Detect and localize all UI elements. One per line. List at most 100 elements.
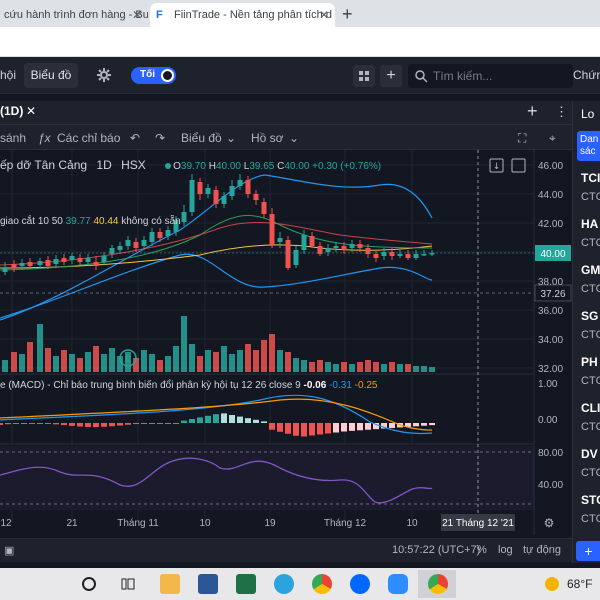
volume-bar <box>365 360 371 372</box>
macd-bar <box>13 423 19 424</box>
auto-toggle[interactable]: tự động <box>523 544 561 556</box>
watchlist-symbol[interactable]: HA <box>581 217 598 231</box>
chrome-active-icon[interactable] <box>428 574 448 594</box>
watchlist-symbol[interactable]: DV <box>581 447 598 461</box>
undo-icon[interactable]: ↶ <box>130 131 140 145</box>
macd-bar <box>37 423 43 424</box>
watchlist-tab-label-2: sác <box>580 146 596 157</box>
add-button[interactable]: + <box>380 65 402 87</box>
close-icon[interactable]: ✕ <box>26 104 36 118</box>
file-explorer-icon[interactable] <box>160 574 180 594</box>
time-axis-label: Tháng 11 <box>117 518 159 529</box>
menu-item-partial-right[interactable]: Chứn <box>573 68 600 82</box>
interval-label: 1D <box>96 158 112 172</box>
candle-body <box>37 261 43 265</box>
redo-icon[interactable]: ↷ <box>155 131 165 145</box>
candle-body <box>413 254 419 258</box>
chart-bottom-bar: ▣ 10:57:22 (UTC+7) % log tự động <box>0 538 572 562</box>
menu-item-partial[interactable]: hội <box>0 68 16 82</box>
more-icon[interactable]: ⋮ <box>555 104 568 120</box>
candle-body <box>325 248 331 252</box>
chart-tab-label[interactable]: (1D) <box>0 104 23 118</box>
browser-tab-1[interactable]: cứu hành trình đơn hàng - Bư ✕ <box>0 3 148 27</box>
compare-button[interactable]: sánh <box>0 131 26 145</box>
volume-bar <box>61 350 67 372</box>
price-axis-label: 34.00 <box>538 335 563 346</box>
close-icon[interactable]: ✕ <box>319 3 329 27</box>
macd-bar <box>125 423 131 425</box>
macd-value-2: -0.31 <box>329 380 352 391</box>
volume-bar <box>189 344 195 372</box>
search-input[interactable]: Tìm kiếm... <box>408 64 573 88</box>
chart-area[interactable]: E 46.00 44.00 42.00 38.00 36.00 34.00 32.00 40… <box>0 150 572 535</box>
symbol-name: ếp dỡ Tân Cảng <box>0 158 88 172</box>
chart-button[interactable]: Biểu đồ <box>24 63 78 88</box>
macd-bar <box>149 423 155 424</box>
percent-toggle[interactable]: % <box>477 544 487 556</box>
task-view-icon[interactable] <box>118 574 138 594</box>
excel-icon[interactable] <box>236 574 256 594</box>
profile-button[interactable]: Hồ sơ <box>251 131 284 145</box>
volume-bar <box>11 352 17 372</box>
watchlist-symbol[interactable]: STO <box>581 493 600 507</box>
watchlist-symbol[interactable]: SG <box>581 309 598 323</box>
candle-body <box>125 240 131 246</box>
function-icon[interactable]: ƒx <box>38 131 51 145</box>
watchlist-symbol[interactable]: CLI <box>581 401 600 415</box>
candle-body <box>245 180 251 194</box>
open-value: 39.70 <box>180 161 206 172</box>
watchlist-panel: Lo Dan sác TCI CTC HA CTC GM CTC SG CTC PH CTC CLI… <box>572 101 600 563</box>
fullscreen-icon[interactable]: ⛶ <box>518 131 526 146</box>
candle-body <box>405 254 411 258</box>
layout-grid-icon[interactable] <box>353 65 375 87</box>
close-icon[interactable]: ✕ <box>132 3 142 27</box>
candle-body <box>213 190 219 204</box>
theme-toggle[interactable]: Tối <box>131 67 176 84</box>
macd-bar <box>245 418 251 423</box>
telegram-icon[interactable] <box>274 574 294 594</box>
watchlist-tab[interactable]: Dan sác <box>577 131 600 161</box>
candle-body <box>53 259 59 264</box>
date-range-icon[interactable]: ▣ <box>4 544 14 557</box>
macd-bar <box>69 423 75 426</box>
volume-bar <box>109 348 115 372</box>
zalo-icon[interactable] <box>350 574 370 594</box>
start-circle-icon[interactable] <box>82 577 96 591</box>
volume-bar <box>301 360 307 372</box>
search-icon <box>415 70 428 83</box>
volume-bar <box>341 362 347 372</box>
chrome-icon[interactable] <box>312 574 332 594</box>
ma-value-b: 40.44 <box>93 216 119 227</box>
log-toggle[interactable]: log <box>498 544 513 556</box>
watchlist-subtitle: CTC <box>581 191 600 203</box>
volume-bar <box>237 350 243 372</box>
candle-body <box>45 260 51 266</box>
price-axis-label: 32.00 <box>538 364 563 375</box>
volume-series <box>2 316 435 372</box>
macd-bar <box>109 423 115 427</box>
chart-canvas[interactable]: E 46.0044.0042.0038.0036.0034.0032.00 40… <box>0 150 572 535</box>
indicators-button[interactable]: Các chỉ báo <box>57 131 120 145</box>
gear-icon[interactable] <box>96 67 112 83</box>
camera-icon[interactable]: ⌖ <box>549 131 556 146</box>
plus-icon[interactable]: + <box>527 101 538 122</box>
chart-type-button[interactable]: Biểu đồ <box>181 131 222 145</box>
macd-bar <box>205 415 211 423</box>
gear-icon[interactable]: ⚙ <box>544 516 555 530</box>
watchlist-symbol[interactable]: PH <box>581 355 598 369</box>
temperature-text: 68°F <box>567 577 593 591</box>
volume-bar <box>349 364 355 372</box>
candle-body <box>261 202 267 214</box>
browser-tab-2[interactable]: F FiinTrade - Nền tảng phân tích d ✕ <box>150 3 335 27</box>
time-axis-label: 12 <box>0 518 12 529</box>
volume-bar <box>373 362 379 372</box>
macd-bar <box>325 423 331 434</box>
zoom-icon[interactable] <box>388 574 408 594</box>
candle-body <box>237 180 243 186</box>
watchlist-symbol[interactable]: TCI <box>581 171 600 185</box>
watchlist-symbol[interactable]: GM <box>581 263 600 277</box>
candle-body <box>309 236 315 246</box>
word-icon[interactable] <box>198 574 218 594</box>
add-symbol-button[interactable]: + <box>576 541 600 561</box>
new-tab-icon[interactable]: + <box>342 4 353 24</box>
